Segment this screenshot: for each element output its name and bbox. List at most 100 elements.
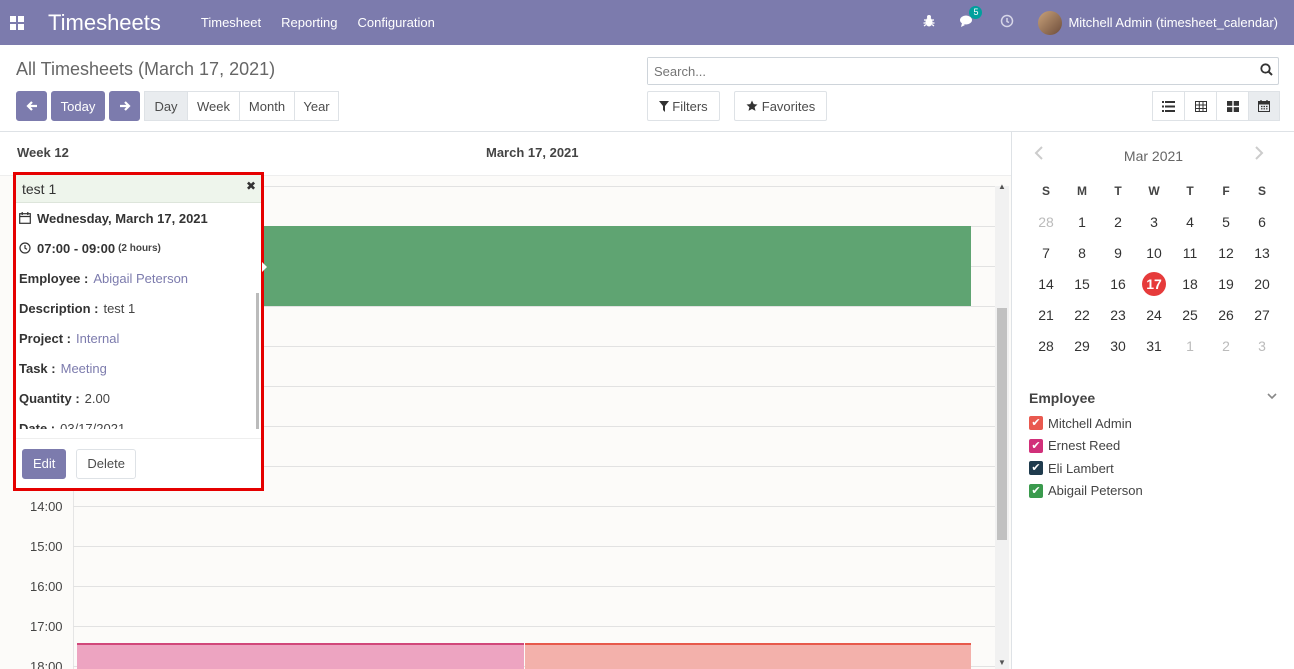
day-cell[interactable]: 9	[1100, 241, 1136, 265]
calendar-view-button[interactable]	[1248, 91, 1280, 121]
scroll-down-arrow-icon[interactable]: ▼	[998, 658, 1006, 667]
user-menu[interactable]: Mitchell Admin (timesheet_calendar)	[1068, 15, 1278, 30]
field-label: Project :	[19, 330, 72, 346]
activity-clock-icon[interactable]	[1000, 14, 1014, 31]
employee-filter-item[interactable]: ✔ Abigail Peterson	[1029, 480, 1143, 503]
day-cell[interactable]: 28	[1028, 334, 1064, 358]
week-row: 28 29 30 31 1 2 3	[1028, 330, 1280, 361]
popover-scrollbar[interactable]	[256, 293, 259, 429]
day-cell[interactable]: 3	[1136, 210, 1172, 234]
popover-footer: Edit Delete	[16, 438, 261, 488]
view-switcher	[1152, 91, 1280, 121]
calendar-event[interactable]	[525, 643, 971, 669]
day-cell[interactable]: 12	[1208, 241, 1244, 265]
weekday-label: W	[1148, 184, 1160, 198]
next-button[interactable]	[109, 91, 140, 121]
delete-button[interactable]: Delete	[76, 448, 136, 479]
menu-configuration[interactable]: Configuration	[357, 15, 434, 30]
today-button[interactable]: Today	[51, 91, 105, 121]
day-cell[interactable]: 7	[1028, 241, 1064, 265]
user-avatar[interactable]	[1038, 10, 1063, 35]
day-cell[interactable]: 3	[1244, 334, 1280, 358]
close-icon[interactable]: ✖	[246, 179, 256, 193]
app-brand[interactable]: Timesheets	[48, 10, 161, 36]
employee-filter-title[interactable]: Employee	[1029, 390, 1095, 406]
employee-filter-item[interactable]: ✔ Ernest Reed	[1029, 435, 1143, 458]
day-cell[interactable]: 30	[1100, 334, 1136, 358]
event-popover: test 1 ✖ Wednesday, March 17, 2021 07:00…	[13, 172, 264, 491]
day-cell[interactable]: 26	[1208, 303, 1244, 327]
hour-line	[73, 506, 995, 507]
employee-link[interactable]: Abigail Peterson	[93, 271, 188, 286]
scale-month-button[interactable]: Month	[239, 91, 294, 121]
favorites-label: Favorites	[761, 98, 816, 114]
search-input[interactable]	[648, 58, 1254, 84]
filters-button[interactable]: Filters	[647, 91, 720, 121]
description-value: test 1	[103, 300, 136, 316]
day-cell[interactable]: 11	[1172, 241, 1208, 265]
menu-reporting[interactable]: Reporting	[281, 15, 337, 30]
week-row: 28 1 2 3 4 5 6	[1028, 206, 1280, 237]
chevron-down-icon[interactable]	[1267, 389, 1277, 403]
previous-button[interactable]	[16, 91, 47, 121]
employee-filter-item[interactable]: ✔ Mitchell Admin	[1029, 412, 1143, 435]
day-cell[interactable]: 2	[1100, 210, 1136, 234]
day-cell[interactable]: 21	[1028, 303, 1064, 327]
menu-timesheet[interactable]: Timesheet	[201, 15, 261, 30]
chevron-right-icon[interactable]	[1254, 146, 1264, 165]
day-cell[interactable]: 6	[1244, 210, 1280, 234]
employee-filter-item[interactable]: ✔ Eli Lambert	[1029, 457, 1143, 480]
day-cell[interactable]: 15	[1064, 272, 1100, 296]
time-label: 17:00	[30, 619, 63, 634]
day-cell[interactable]: 1	[1064, 210, 1100, 234]
day-cell[interactable]: 4	[1172, 210, 1208, 234]
time-label: 16:00	[30, 579, 63, 594]
checkbox-checked-icon[interactable]: ✔	[1029, 416, 1043, 431]
day-cell[interactable]: 23	[1100, 303, 1136, 327]
day-cell[interactable]: 18	[1172, 272, 1208, 296]
day-cell-today[interactable]: 17	[1136, 271, 1172, 296]
apps-menu-icon[interactable]	[10, 15, 24, 30]
day-cell[interactable]: 31	[1136, 334, 1172, 358]
day-cell[interactable]: 1	[1172, 334, 1208, 358]
day-cell[interactable]: 8	[1064, 241, 1100, 265]
messages-icon[interactable]: 5	[960, 6, 983, 31]
search-icon[interactable]	[1254, 63, 1278, 79]
calendar-scrollbar[interactable]: ▲ ▼	[995, 182, 1009, 669]
day-cell[interactable]: 22	[1064, 303, 1100, 327]
day-cell[interactable]: 28	[1028, 210, 1064, 234]
day-cell[interactable]: 27	[1244, 303, 1280, 327]
checkbox-checked-icon[interactable]: ✔	[1029, 461, 1043, 476]
day-cell[interactable]: 20	[1244, 272, 1280, 296]
day-cell[interactable]: 25	[1172, 303, 1208, 327]
day-cell[interactable]: 13	[1244, 241, 1280, 265]
checkbox-checked-icon[interactable]: ✔	[1029, 438, 1043, 453]
day-cell[interactable]: 29	[1064, 334, 1100, 358]
scrollbar-thumb[interactable]	[997, 308, 1007, 540]
edit-button[interactable]: Edit	[22, 448, 67, 479]
weekday-label: S	[1041, 184, 1050, 198]
day-cell[interactable]: 2	[1208, 334, 1244, 358]
kanban-view-button[interactable]	[1216, 91, 1248, 121]
day-cell[interactable]: 16	[1100, 272, 1136, 296]
top-navbar: Timesheets Timesheet Reporting Configura…	[0, 0, 1294, 45]
day-cell[interactable]: 14	[1028, 272, 1064, 296]
day-cell[interactable]: 19	[1208, 272, 1244, 296]
calendar-event[interactable]	[77, 643, 524, 669]
grid-view-button[interactable]	[1184, 91, 1216, 121]
day-cell[interactable]: 24	[1136, 303, 1172, 327]
favorites-button[interactable]: Favorites	[734, 91, 827, 121]
scale-year-button[interactable]: Year	[294, 91, 339, 121]
project-link[interactable]: Internal	[76, 331, 119, 346]
task-link[interactable]: Meeting	[61, 361, 107, 376]
scale-week-button[interactable]: Week	[187, 91, 239, 121]
star-icon	[746, 100, 758, 111]
bug-icon[interactable]	[922, 14, 936, 31]
scroll-up-arrow-icon[interactable]: ▲	[998, 182, 1006, 191]
day-cell[interactable]: 5	[1208, 210, 1244, 234]
list-view-button[interactable]	[1152, 91, 1184, 121]
checkbox-checked-icon[interactable]: ✔	[1029, 483, 1043, 498]
day-header[interactable]: March 17, 2021	[486, 145, 579, 160]
day-cell[interactable]: 10	[1136, 241, 1172, 265]
scale-day-button[interactable]: Day	[144, 91, 187, 121]
